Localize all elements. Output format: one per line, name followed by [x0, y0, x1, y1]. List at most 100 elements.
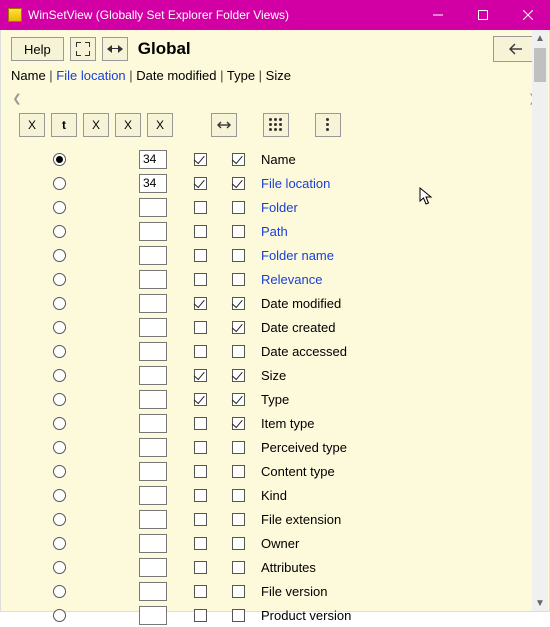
checkbox-col2[interactable]: [232, 369, 245, 382]
checkbox-col2[interactable]: [232, 201, 245, 214]
checkbox-col1[interactable]: [194, 585, 207, 598]
column-x-button[interactable]: X: [83, 113, 109, 137]
width-input[interactable]: [139, 462, 167, 481]
checkbox-col2[interactable]: [232, 441, 245, 454]
width-button[interactable]: [211, 113, 237, 137]
checkbox-col2[interactable]: [232, 153, 245, 166]
checkbox-col2[interactable]: [232, 609, 245, 622]
row-radio[interactable]: [53, 489, 66, 502]
width-input[interactable]: [139, 198, 167, 217]
row-radio[interactable]: [53, 537, 66, 550]
row-radio[interactable]: [53, 369, 66, 382]
swap-button[interactable]: [102, 37, 128, 61]
row-radio[interactable]: [53, 297, 66, 310]
checkbox-col1[interactable]: [194, 465, 207, 478]
checkbox-col2[interactable]: [232, 561, 245, 574]
column-x-button[interactable]: t: [51, 113, 77, 137]
row-radio[interactable]: [53, 321, 66, 334]
row-radio[interactable]: [53, 417, 66, 430]
more-button[interactable]: [315, 113, 341, 137]
width-input[interactable]: [139, 342, 167, 361]
checkbox-col1[interactable]: [194, 225, 207, 238]
maximize-button[interactable]: [460, 0, 505, 30]
row-radio[interactable]: [53, 249, 66, 262]
width-input[interactable]: [139, 438, 167, 457]
row-label[interactable]: Path: [257, 224, 288, 239]
checkbox-col2[interactable]: [232, 513, 245, 526]
scroll-thumb[interactable]: [534, 48, 546, 82]
grid-button[interactable]: [263, 113, 289, 137]
row-label[interactable]: Folder: [257, 200, 298, 215]
width-input[interactable]: [139, 366, 167, 385]
row-label[interactable]: Folder name: [257, 248, 334, 263]
checkbox-col2[interactable]: [232, 225, 245, 238]
width-input[interactable]: [139, 414, 167, 433]
width-input[interactable]: [139, 486, 167, 505]
width-input[interactable]: [139, 222, 167, 241]
row-label[interactable]: File location: [257, 176, 330, 191]
checkbox-col1[interactable]: [194, 273, 207, 286]
width-input[interactable]: [139, 318, 167, 337]
width-input[interactable]: [139, 270, 167, 289]
width-input[interactable]: [139, 534, 167, 553]
checkbox-col2[interactable]: [232, 489, 245, 502]
checkbox-col2[interactable]: [232, 345, 245, 358]
checkbox-col2[interactable]: [232, 585, 245, 598]
row-radio[interactable]: [53, 201, 66, 214]
checkbox-col2[interactable]: [232, 537, 245, 550]
row-radio[interactable]: [53, 273, 66, 286]
checkbox-col2[interactable]: [232, 297, 245, 310]
row-radio[interactable]: [53, 393, 66, 406]
row-radio[interactable]: [53, 345, 66, 358]
width-input[interactable]: [139, 558, 167, 577]
checkbox-col2[interactable]: [232, 177, 245, 190]
checkbox-col1[interactable]: [194, 489, 207, 502]
fullscreen-button[interactable]: [70, 37, 96, 61]
close-button[interactable]: [505, 0, 550, 30]
chevron-left-icon[interactable]: ❮: [9, 92, 25, 105]
width-input[interactable]: [139, 174, 167, 193]
column-x-button[interactable]: X: [115, 113, 141, 137]
row-radio[interactable]: [53, 177, 66, 190]
width-input[interactable]: [139, 510, 167, 529]
checkbox-col2[interactable]: [232, 249, 245, 262]
checkbox-col1[interactable]: [194, 513, 207, 526]
width-input[interactable]: [139, 150, 167, 169]
checkbox-col1[interactable]: [194, 321, 207, 334]
width-input[interactable]: [139, 246, 167, 265]
checkbox-col1[interactable]: [194, 417, 207, 430]
checkbox-col2[interactable]: [232, 417, 245, 430]
help-button[interactable]: Help: [11, 37, 64, 61]
row-radio[interactable]: [53, 153, 66, 166]
column-x-button[interactable]: X: [147, 113, 173, 137]
breadcrumb-item[interactable]: File location: [56, 68, 125, 83]
checkbox-col1[interactable]: [194, 297, 207, 310]
vertical-scrollbar[interactable]: ▲ ▼: [532, 30, 548, 611]
checkbox-col1[interactable]: [194, 369, 207, 382]
checkbox-col2[interactable]: [232, 321, 245, 334]
checkbox-col1[interactable]: [194, 537, 207, 550]
scroll-down-icon[interactable]: ▼: [532, 595, 548, 611]
checkbox-col1[interactable]: [194, 177, 207, 190]
width-input[interactable]: [139, 606, 167, 625]
checkbox-col1[interactable]: [194, 249, 207, 262]
checkbox-col1[interactable]: [194, 201, 207, 214]
row-label[interactable]: Relevance: [257, 272, 322, 287]
checkbox-col1[interactable]: [194, 393, 207, 406]
checkbox-col1[interactable]: [194, 609, 207, 622]
checkbox-col2[interactable]: [232, 273, 245, 286]
scroll-up-icon[interactable]: ▲: [532, 30, 548, 46]
width-input[interactable]: [139, 294, 167, 313]
checkbox-col1[interactable]: [194, 153, 207, 166]
width-input[interactable]: [139, 582, 167, 601]
row-radio[interactable]: [53, 609, 66, 622]
column-x-button[interactable]: X: [19, 113, 45, 137]
checkbox-col1[interactable]: [194, 441, 207, 454]
checkbox-col1[interactable]: [194, 345, 207, 358]
row-radio[interactable]: [53, 561, 66, 574]
titlebar[interactable]: WinSetView (Globally Set Explorer Folder…: [0, 0, 550, 30]
row-radio[interactable]: [53, 225, 66, 238]
width-input[interactable]: [139, 390, 167, 409]
row-radio[interactable]: [53, 465, 66, 478]
checkbox-col1[interactable]: [194, 561, 207, 574]
